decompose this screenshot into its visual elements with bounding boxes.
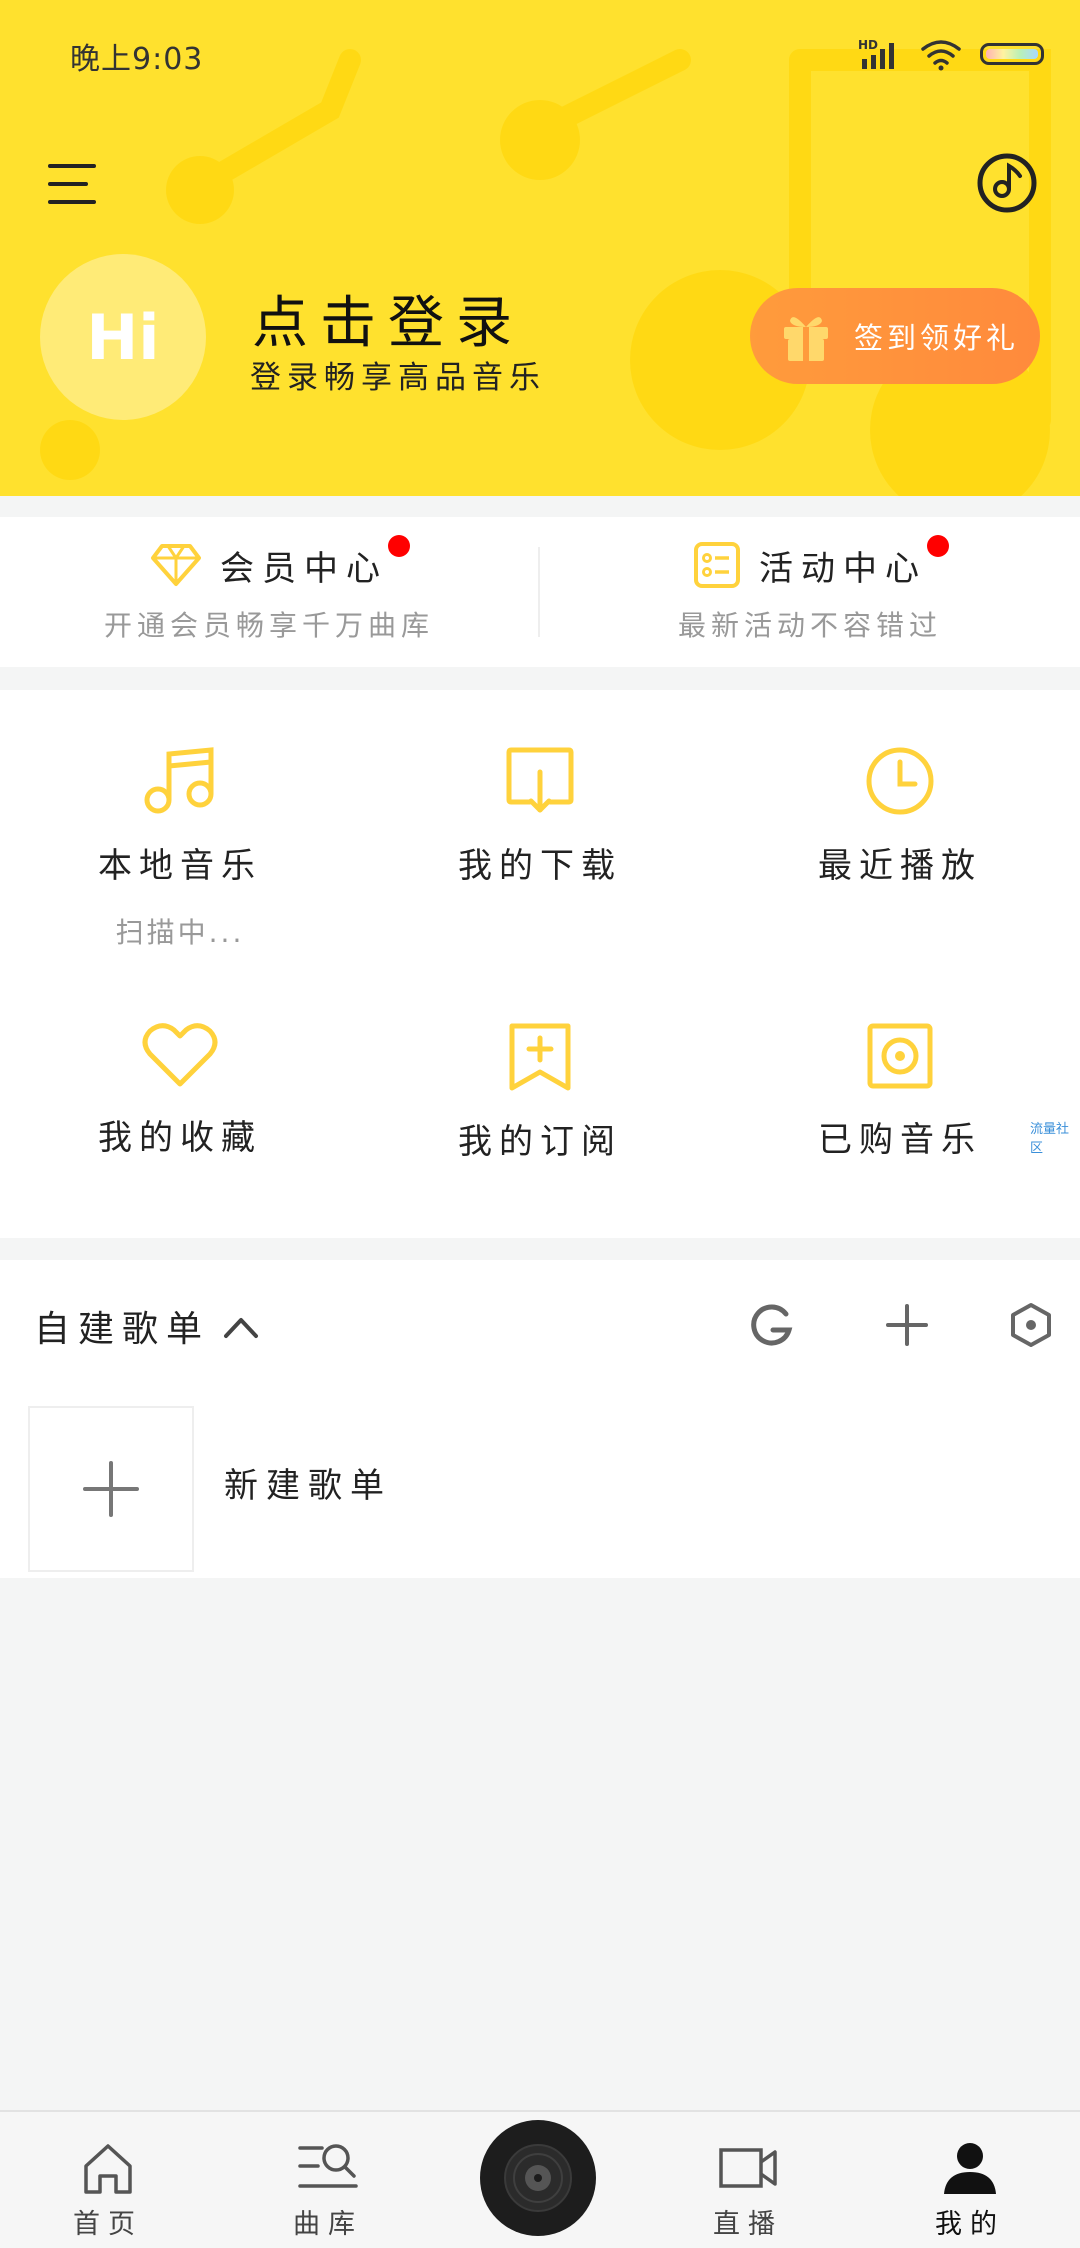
grid-label: 已购音乐 [818, 1120, 982, 1160]
grid-purchased[interactable]: 已购音乐 [720, 1022, 1080, 1161]
login-title[interactable]: 点击登录 [252, 278, 524, 359]
checkin-button[interactable]: 签到领好礼 [750, 288, 1040, 384]
profile-header: 晚上9:03 HD Hi 点击登录 登录畅享高品音乐 签到领好礼 [0, 0, 1080, 496]
grid-subscriptions[interactable]: 我的订阅 [360, 1022, 720, 1163]
my-music-grid: 本地音乐 扫描中... 我的下载 最近播放 我的收藏 我的订阅 已购音乐 流量社… [0, 690, 1080, 1238]
grid-favorites[interactable]: 我的收藏 [0, 1022, 360, 1159]
nav-library[interactable]: 曲库 [248, 2112, 408, 2248]
grid-label: 最近播放 [818, 846, 982, 886]
activity-title: 活动中心 [759, 548, 927, 589]
activity-notification-dot [927, 534, 949, 557]
signal-icon: HD [858, 38, 894, 69]
vip-notification-dot [388, 534, 410, 557]
vip-activity-card: 会员中心 开通会员畅享千万曲库 活动中心 最新活动不容错过 [0, 517, 1080, 667]
status-time: 晚上9:03 [70, 42, 204, 77]
avatar[interactable]: Hi [40, 254, 206, 420]
music-note-icon [144, 747, 214, 814]
status-icons: HD [858, 34, 1044, 74]
video-camera-icon [719, 2148, 777, 2188]
side-tag[interactable]: 流量社区 [1030, 1118, 1080, 1156]
home-icon [84, 2144, 132, 2194]
chevron-up-icon[interactable] [222, 1312, 260, 1342]
activity-subtitle: 最新活动不容错过 [677, 608, 942, 642]
nav-label: 直播 [713, 2209, 783, 2240]
clock-icon [866, 747, 934, 815]
subscribe-icon [509, 1023, 571, 1091]
diamond-icon [151, 544, 201, 586]
battery-icon [980, 43, 1044, 65]
user-icon [944, 2143, 996, 2194]
gift-icon [784, 317, 828, 361]
playlist-card: 自建歌单 新建歌单 [0, 1260, 1080, 1578]
refresh-icon[interactable] [746, 1300, 796, 1350]
nav-live[interactable]: 直播 [668, 2112, 828, 2248]
download-icon [506, 747, 574, 813]
new-playlist-thumb[interactable] [28, 1406, 194, 1572]
nav-label: 曲库 [293, 2209, 363, 2240]
music-disc-icon[interactable] [976, 152, 1038, 214]
checkin-label: 签到领好礼 [854, 321, 1020, 355]
nav-label: 我的 [935, 2209, 1005, 2240]
vip-subtitle: 开通会员畅享千万曲库 [103, 608, 434, 642]
grid-label: 本地音乐 [98, 846, 262, 886]
vip-title: 会员中心 [220, 548, 388, 589]
grid-status: 扫描中... [115, 916, 245, 949]
settings-icon[interactable] [1006, 1300, 1056, 1350]
nav-home[interactable]: 首页 [28, 2112, 188, 2248]
activity-list-icon [694, 542, 740, 588]
grid-label: 我的收藏 [98, 1118, 262, 1158]
vip-center[interactable]: 会员中心 开通会员畅享千万曲库 [0, 517, 538, 667]
grid-downloads[interactable]: 我的下载 [360, 746, 720, 887]
login-subtitle: 登录畅享高品音乐 [250, 360, 546, 396]
activity-center[interactable]: 活动中心 最新活动不容错过 [540, 517, 1080, 667]
grid-label: 我的订阅 [458, 1122, 622, 1162]
purchased-icon [867, 1023, 933, 1089]
grid-local-music[interactable]: 本地音乐 扫描中... [0, 746, 360, 951]
heart-icon [142, 1023, 218, 1087]
playlist-title[interactable]: 自建歌单 [34, 1300, 210, 1352]
nav-mine[interactable]: 我的 [890, 2112, 1050, 2248]
grid-recent[interactable]: 最近播放 [720, 746, 1080, 887]
library-search-icon [298, 2144, 358, 2188]
new-playlist-label[interactable]: 新建歌单 [224, 1458, 392, 1507]
wifi-icon [921, 40, 961, 71]
plus-icon[interactable] [882, 1300, 932, 1350]
nav-label: 首页 [73, 2209, 143, 2240]
vinyl-record-icon [504, 2144, 572, 2212]
menu-icon[interactable] [46, 160, 98, 208]
add-icon [83, 1461, 139, 1517]
grid-label: 我的下载 [458, 846, 622, 886]
player-disc-button[interactable] [480, 2120, 596, 2236]
network-label: HD [858, 38, 878, 52]
